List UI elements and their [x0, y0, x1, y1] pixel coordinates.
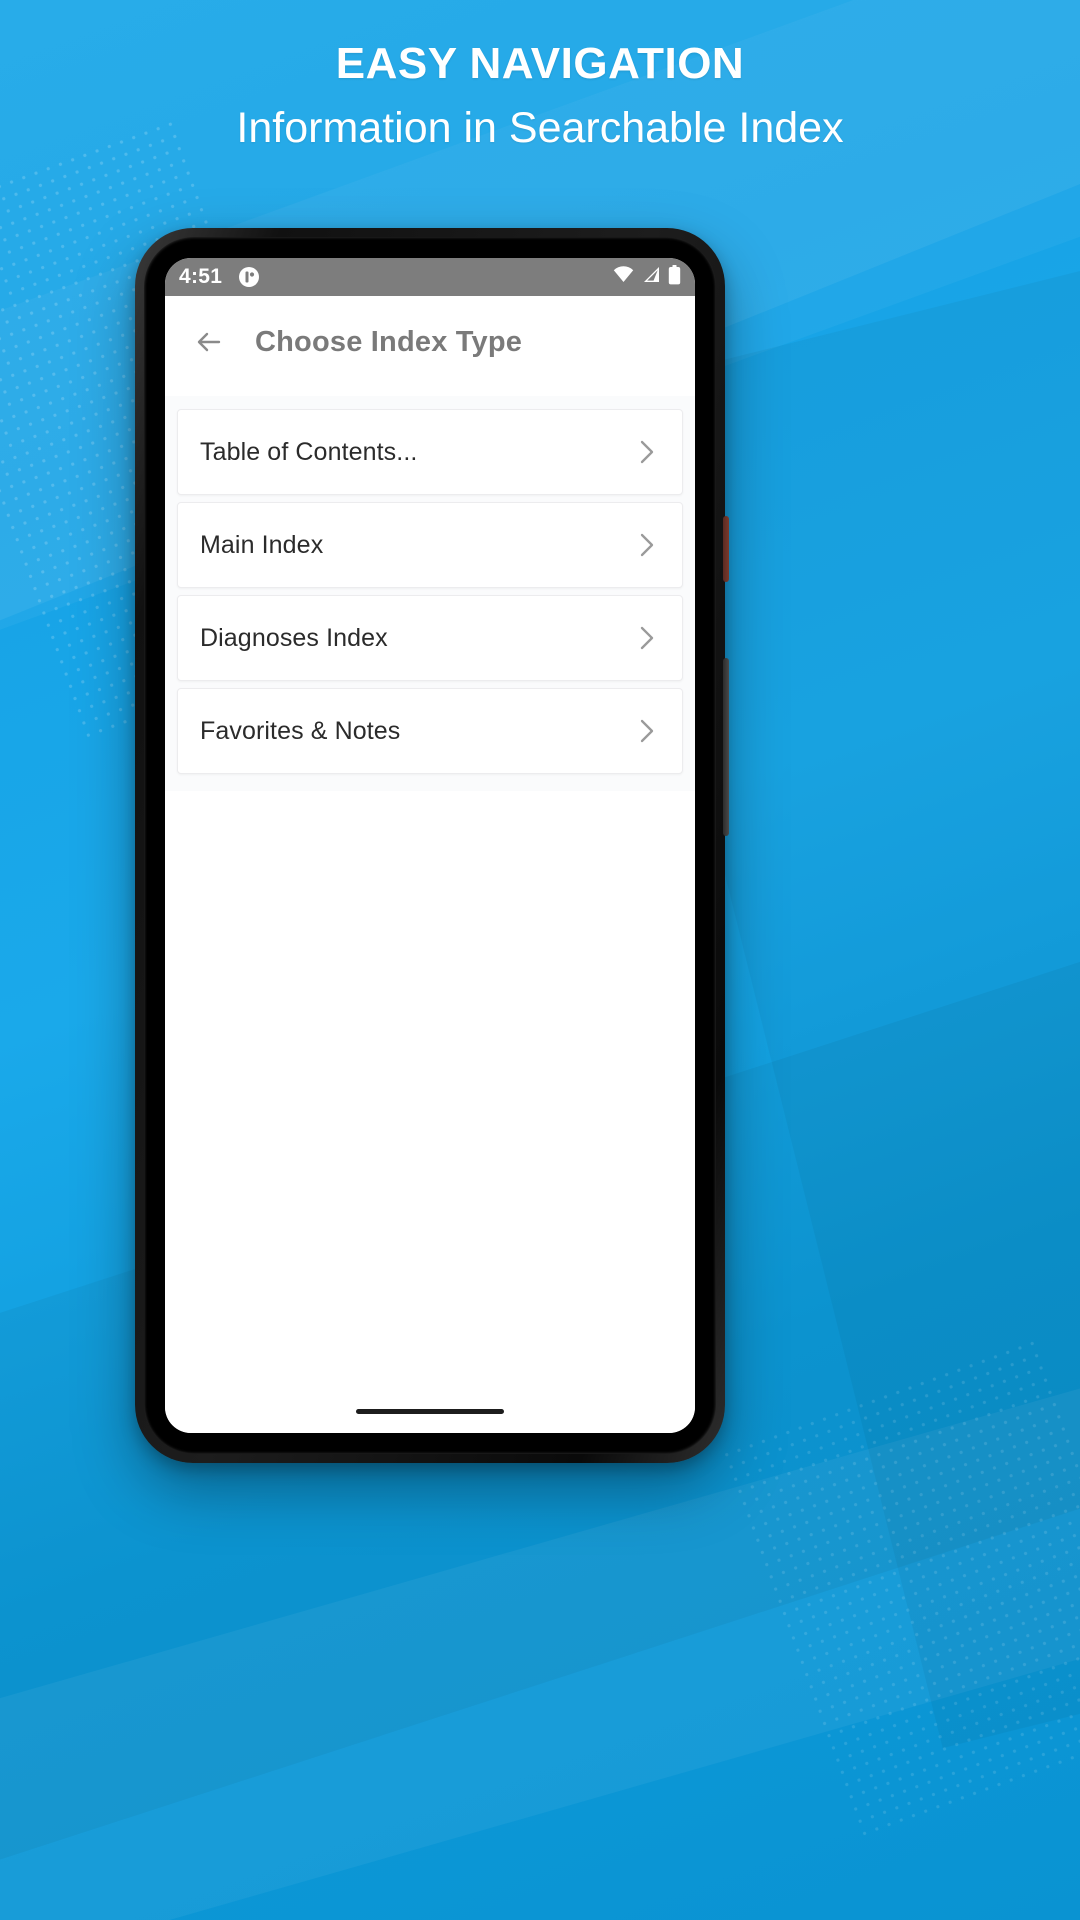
page-title: Choose Index Type: [255, 325, 523, 358]
app-toolbar: Choose Index Type: [165, 296, 695, 388]
cell-signal-icon: [641, 266, 661, 288]
list-item[interactable]: Favorites & Notes: [177, 688, 683, 774]
promo-subheadline: Information in Searchable Index: [236, 104, 844, 153]
chevron-right-icon: [634, 439, 660, 465]
index-type-list: Table of Contents... Main Index Diagnose…: [165, 388, 695, 1389]
phone-mockup: 4:51 Choose Index Type Table of Contents…: [135, 228, 729, 1463]
promo-screenshot: EASY NAVIGATION Information in Searchabl…: [0, 0, 1080, 1920]
list-item-label: Table of Contents...: [200, 437, 418, 466]
list-scroll-container[interactable]: Table of Contents... Main Index Diagnose…: [165, 396, 695, 791]
wifi-icon: [613, 266, 634, 288]
notification-badge-icon: [238, 266, 260, 288]
chevron-right-icon: [634, 532, 660, 558]
list-item-label: Main Index: [200, 530, 324, 559]
phone-screen: 4:51 Choose Index Type Table of Contents…: [165, 258, 695, 1433]
list-item-label: Favorites & Notes: [200, 716, 401, 745]
power-button[interactable]: [723, 516, 729, 582]
list-item-label: Diagnoses Index: [200, 623, 388, 652]
status-bar-icons: [613, 264, 681, 290]
background-dot-pattern-right: [718, 1334, 1080, 1846]
chevron-right-icon: [634, 625, 660, 651]
promo-heading-block: EASY NAVIGATION Information in Searchabl…: [0, 39, 1080, 156]
battery-icon: [668, 264, 681, 290]
status-bar: 4:51: [165, 258, 695, 296]
promo-headline: EASY NAVIGATION: [335, 39, 745, 88]
chevron-right-icon: [634, 718, 660, 744]
home-indicator-pill[interactable]: [356, 1408, 504, 1414]
volume-button[interactable]: [723, 658, 729, 836]
status-bar-time: 4:51: [179, 265, 223, 288]
system-nav-bar: [165, 1389, 695, 1433]
back-arrow-icon[interactable]: [185, 318, 233, 366]
list-item[interactable]: Table of Contents...: [177, 409, 683, 495]
list-item[interactable]: Diagnoses Index: [177, 595, 683, 681]
list-item[interactable]: Main Index: [177, 502, 683, 588]
